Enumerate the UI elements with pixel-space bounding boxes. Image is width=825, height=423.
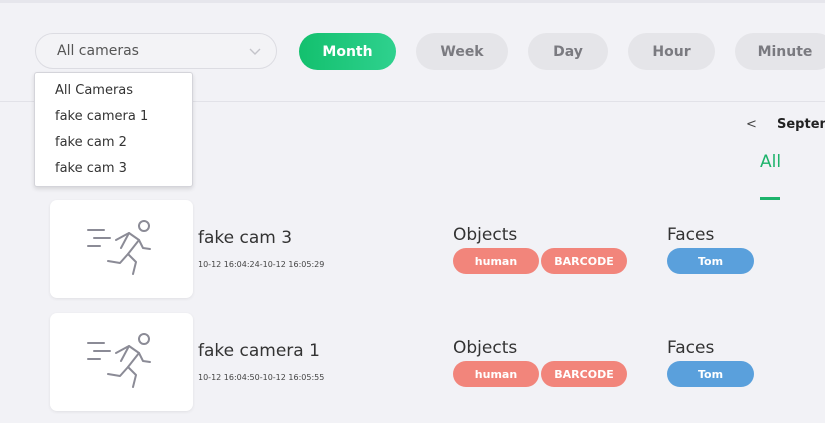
event-camera-name: fake camera 1 [198, 341, 320, 361]
face-tag-tom[interactable]: Tom [667, 248, 754, 274]
period-week-button[interactable]: Week [416, 33, 508, 70]
period-day-button[interactable]: Day [528, 33, 608, 70]
face-tag-tom[interactable]: Tom [667, 361, 754, 387]
camera-option-3[interactable]: fake cam 3 [55, 161, 127, 176]
object-tag-barcode[interactable]: BARCODE [541, 361, 627, 387]
tab-all[interactable]: All [760, 152, 781, 172]
faces-label: Faces [667, 225, 715, 245]
object-tag-human[interactable]: human [453, 248, 539, 274]
running-person-icon [87, 333, 151, 388]
objects-label: Objects [453, 338, 518, 358]
period-hour-button[interactable]: Hour [628, 33, 715, 70]
camera-option-2[interactable]: fake cam 2 [55, 135, 127, 150]
camera-select[interactable]: All cameras [35, 33, 277, 69]
camera-option-1[interactable]: fake camera 1 [55, 109, 148, 124]
object-tag-barcode[interactable]: BARCODE [541, 248, 627, 274]
camera-option-all[interactable]: All Cameras [55, 83, 133, 98]
camera-select-value: All cameras [57, 43, 139, 59]
running-person-icon [87, 220, 151, 275]
tab-all-underline [760, 197, 780, 200]
event-time-range: 10-12 16:04:24-10-12 16:05:29 [198, 260, 325, 269]
objects-label: Objects [453, 225, 518, 245]
prev-month-button[interactable]: < [746, 117, 757, 132]
period-minute-button[interactable]: Minute [735, 33, 825, 70]
camera-dropdown: All Cameras fake camera 1 fake cam 2 fak… [34, 72, 193, 187]
month-label: Septen [777, 117, 825, 132]
event-thumbnail[interactable] [50, 200, 193, 298]
event-camera-name: fake cam 3 [198, 228, 293, 248]
period-month-button[interactable]: Month [299, 33, 396, 70]
event-thumbnail[interactable] [50, 313, 193, 411]
faces-label: Faces [667, 338, 715, 358]
chevron-down-icon [249, 48, 261, 55]
event-time-range: 10-12 16:04:50-10-12 16:05:55 [198, 373, 325, 382]
object-tag-human[interactable]: human [453, 361, 539, 387]
